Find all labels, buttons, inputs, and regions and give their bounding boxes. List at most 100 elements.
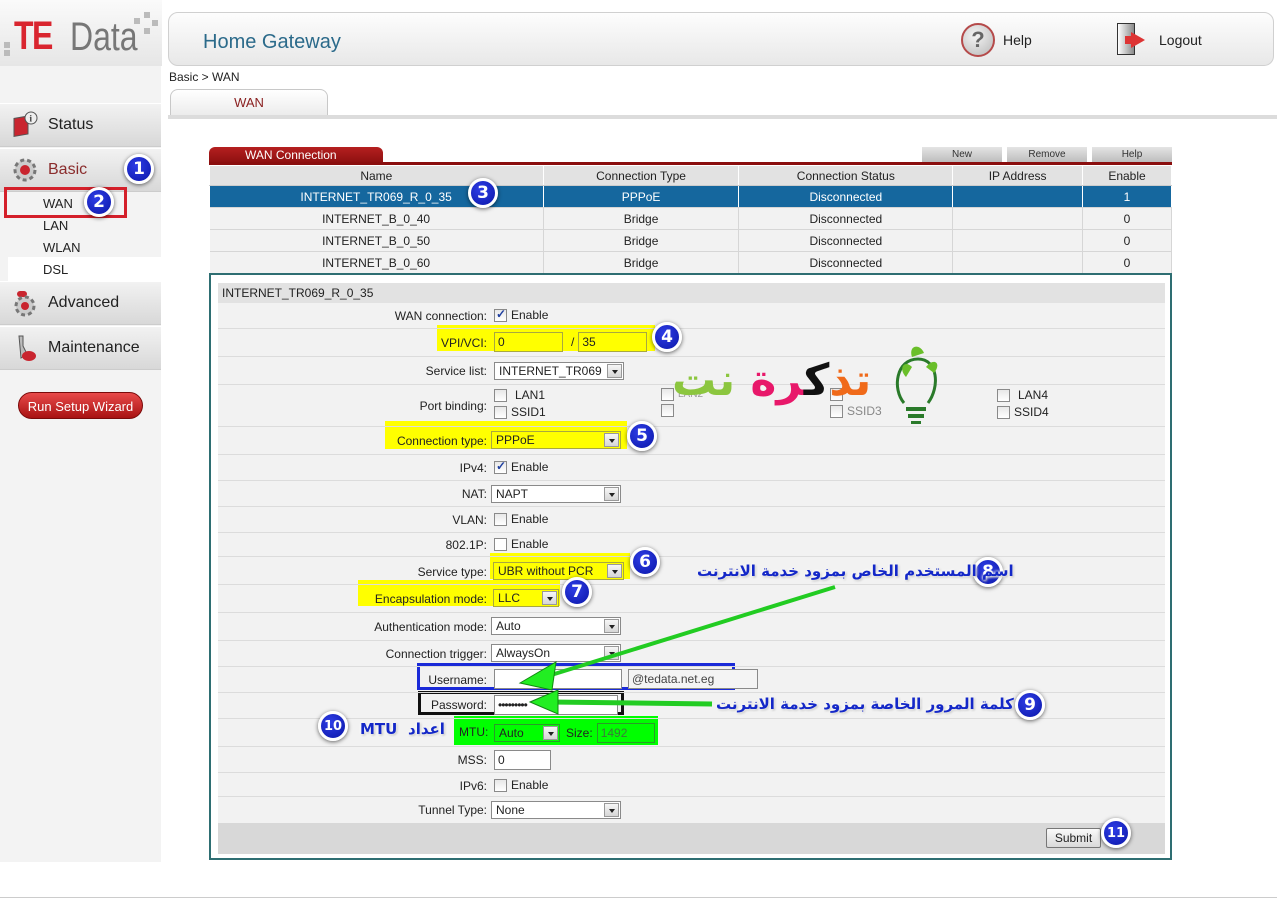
logout-button[interactable]: Logout	[1115, 23, 1202, 57]
help-button[interactable]: ? Help	[961, 23, 1032, 57]
label-mss: MSS:	[457, 753, 487, 767]
vci-input[interactable]: 35	[578, 332, 648, 352]
label-connection-trigger: Connection trigger:	[385, 647, 487, 661]
sidebar-subitem-dsl[interactable]: DSL	[43, 262, 68, 277]
username-domain-suffix: @tedata.net.eg	[628, 669, 758, 689]
label-vpi-vci: VPI/VCI:	[440, 336, 487, 350]
sidebar: i Status Basic WAN LAN WLAN DSL Advanced…	[0, 66, 161, 862]
vlan-enable-checkbox[interactable]	[494, 512, 507, 526]
encapsulation-mode-select[interactable]: LLC	[493, 589, 559, 607]
annotation-badge-6: 6	[630, 547, 660, 577]
port-lan1-checkbox[interactable]	[494, 388, 507, 402]
sidebar-item-maintenance[interactable]: Maintenance	[0, 326, 161, 370]
breadcrumb: Basic > WAN	[169, 70, 240, 84]
sidebar-subitem-lan[interactable]: LAN	[43, 218, 68, 233]
tunnel-type-select[interactable]: None	[491, 801, 621, 819]
table-header-row: Name Connection Type Connection Status I…	[209, 165, 1172, 186]
mtu-select[interactable]: Auto	[494, 724, 560, 742]
te-data-logo: TE Data	[0, 0, 162, 66]
column-header-connection-type: Connection Type	[542, 165, 740, 186]
cell-name: INTERNET_B_0_60	[209, 251, 544, 274]
ipv4-enable-checkbox[interactable]	[494, 459, 507, 474]
sidebar-subitem-wlan[interactable]: WLAN	[43, 240, 81, 255]
table-help-button[interactable]: Help	[1092, 147, 1172, 162]
chevron-down-icon	[604, 433, 619, 447]
label-port-binding: Port binding:	[419, 399, 487, 413]
label-service-list: Service list:	[425, 364, 487, 378]
row-authentication: Authentication mode: Auto	[218, 613, 1165, 641]
annotation-badge-1: 1	[124, 154, 154, 184]
row-tunnel-type: Tunnel Type: None	[218, 797, 1165, 823]
port-lan4-label: LAN4	[1018, 388, 1049, 402]
table-row-selected[interactable]: INTERNET_TR069_R_0_35 PPPoE Disconnected…	[209, 185, 1172, 208]
label-mtu: MTU:	[459, 725, 489, 739]
logout-icon	[1115, 23, 1151, 57]
label-ipv4: IPv4:	[459, 461, 487, 475]
row-encapsulation: Encapsulation mode: LLC	[218, 585, 1165, 613]
run-setup-wizard-button[interactable]: Run Setup Wizard	[18, 392, 143, 419]
status-icon: i	[10, 110, 40, 140]
mtu-value: Auto	[499, 726, 524, 740]
row-service-type: Service type: UBR without PCR	[218, 557, 1165, 585]
table-row[interactable]: INTERNET_B_0_40 Bridge Disconnected 0	[209, 207, 1172, 230]
username-input[interactable]	[494, 669, 622, 689]
cell-ip	[952, 251, 1084, 274]
chevron-down-icon	[607, 564, 622, 578]
connection-type-select[interactable]: PPPoE	[491, 431, 621, 449]
port-ssid1-checkbox[interactable]	[494, 405, 507, 419]
tab-wan[interactable]: WAN	[170, 89, 328, 115]
password-input[interactable]: •••••••••	[494, 695, 618, 715]
mtu-size-input[interactable]: 1492	[596, 723, 655, 743]
row-ipv4: IPv4: Enable	[218, 455, 1165, 481]
port-ssid4-checkbox[interactable]	[997, 405, 1010, 419]
annotation-badge-3: 3	[468, 178, 498, 208]
row-connection-type: Connection type: PPPoE	[218, 427, 1165, 455]
port-lan1-label: LAN1	[515, 388, 546, 402]
connection-trigger-select[interactable]: AlwaysOn	[491, 644, 621, 662]
service-type-select[interactable]: UBR without PCR	[493, 562, 624, 580]
connection-trigger-value: AlwaysOn	[496, 646, 551, 660]
label-vlan: VLAN:	[452, 513, 487, 527]
help-icon: ?	[961, 23, 995, 57]
column-header-enable: Enable	[1082, 165, 1172, 186]
authentication-mode-select[interactable]: Auto	[491, 617, 621, 635]
8021p-enable-checkbox[interactable]	[494, 537, 507, 551]
cell-enable: 0	[1082, 229, 1172, 252]
chevron-down-icon	[542, 591, 557, 605]
cell-ip	[952, 207, 1084, 230]
vpi-input[interactable]: 0	[494, 332, 563, 352]
port-ssid1-label: SSID1	[511, 405, 546, 419]
service-list-value: INTERNET_TR069	[499, 364, 602, 378]
sidebar-item-advanced[interactable]: Advanced	[0, 281, 161, 325]
wan-connection-enable-checkbox[interactable]	[494, 307, 507, 322]
cell-type: PPPoE	[543, 185, 740, 208]
app-header: Home Gateway ? Help Logout	[168, 12, 1274, 66]
annotation-mtu-note-en: MTU	[360, 720, 398, 738]
service-type-value: UBR without PCR	[498, 564, 594, 578]
connection-type-value: PPPoE	[496, 433, 535, 447]
remove-button[interactable]: Remove	[1007, 147, 1087, 162]
sidebar-item-status[interactable]: i Status	[0, 103, 161, 147]
logo-data: Data	[70, 15, 138, 59]
port-lan4-checkbox[interactable]	[997, 388, 1010, 402]
service-list-select[interactable]: INTERNET_TR069	[494, 362, 624, 380]
help-label: Help	[1003, 32, 1032, 48]
table-row[interactable]: INTERNET_B_0_50 Bridge Disconnected 0	[209, 229, 1172, 252]
label-service-type: Service type:	[417, 565, 487, 579]
cell-enable: 0	[1082, 251, 1172, 274]
row-nat: NAT: NAPT	[218, 481, 1165, 507]
ipv6-enable-checkbox[interactable]	[494, 778, 507, 792]
annotation-badge-11: 11	[1101, 818, 1131, 848]
cell-ip	[952, 185, 1084, 208]
submit-button[interactable]: Submit	[1046, 828, 1101, 848]
annotation-password-note: كلمة المرور الخاصة بمزود خدمة الانترنت	[716, 695, 1014, 713]
label-tunnel-type: Tunnel Type:	[418, 803, 487, 817]
new-button[interactable]: New	[922, 147, 1002, 162]
table-row[interactable]: INTERNET_B_0_60 Bridge Disconnected 0	[209, 251, 1172, 274]
annotation-badge-10: 10	[318, 711, 348, 741]
nat-select[interactable]: NAPT	[491, 485, 621, 503]
label-ipv6: IPv6:	[459, 779, 487, 793]
app-title: Home Gateway	[203, 31, 341, 53]
mss-input[interactable]: 0	[494, 750, 551, 770]
enable-text: Enable	[511, 778, 549, 792]
